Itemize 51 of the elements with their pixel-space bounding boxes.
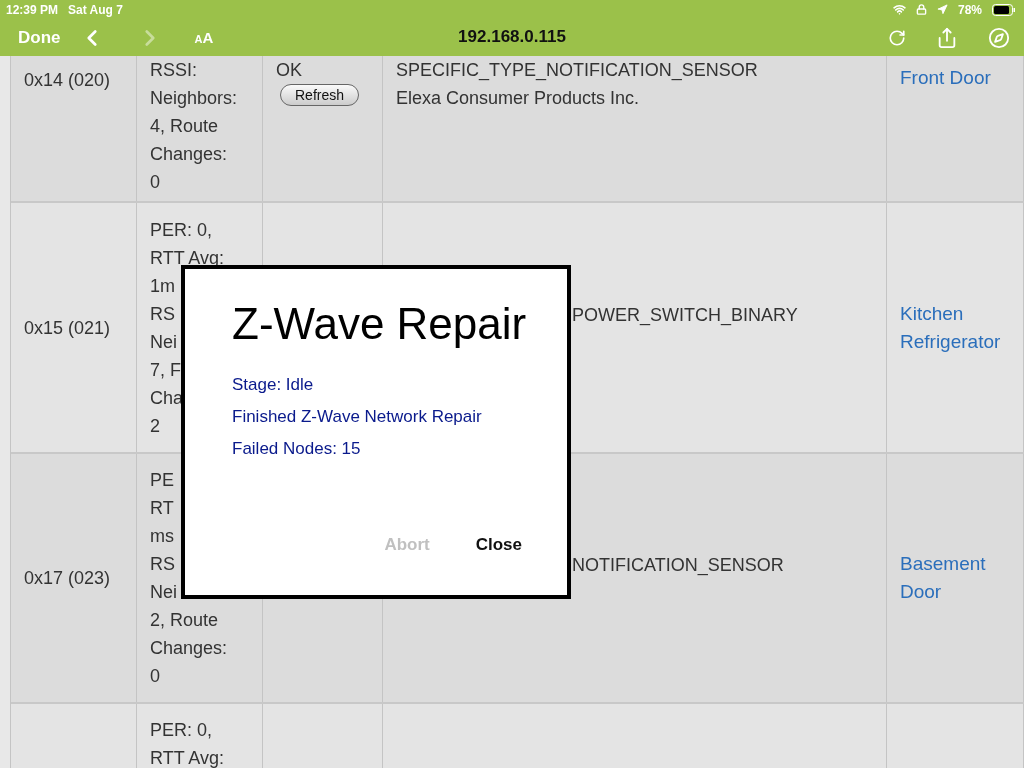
- stats-text: Nei: [150, 330, 177, 354]
- address-text[interactable]: 192.168.0.115: [458, 27, 566, 47]
- stats-text: Neighbors:: [150, 87, 238, 110]
- dialog-title: Z-Wave Repair: [232, 299, 528, 349]
- stats-text: RT: [150, 497, 174, 520]
- node-address: 0x17 (023): [24, 567, 111, 590]
- battery-icon: [992, 3, 1016, 16]
- battery-percent: 78%: [957, 2, 982, 17]
- device-name-link[interactable]: Basement Door: [900, 550, 1010, 606]
- device-name-link[interactable]: Front Door: [900, 64, 1010, 92]
- device-type-text: Elexa Consumer Products Inc.: [396, 87, 640, 110]
- status-time: 12:39 PM: [6, 2, 59, 17]
- dialog-message: Failed Nodes: 15: [232, 439, 362, 459]
- lock-icon: [915, 4, 927, 15]
- node-address: 0x15 (021): [24, 316, 111, 340]
- compass-button[interactable]: [988, 26, 1010, 49]
- stats-text: PER: 0,: [150, 218, 213, 242]
- stats-text: Changes:: [150, 637, 228, 660]
- stats-text: Changes:: [150, 143, 228, 166]
- device-type-text: POWER_SWITCH_BINARY: [572, 303, 798, 328]
- stats-text: PER: 0,: [150, 719, 213, 742]
- stats-text: RSSI:: [150, 59, 197, 82]
- stats-text: 2, Route: [150, 609, 219, 632]
- status-date: Sat Aug 7: [68, 2, 123, 17]
- wifi-icon: [892, 3, 906, 16]
- done-button[interactable]: Done: [18, 27, 61, 48]
- stats-text: 4, Route: [150, 115, 219, 138]
- device-name-link[interactable]: Kitchen Refrigerator: [900, 299, 1010, 356]
- dialog-message: Stage: Idle: [232, 375, 315, 395]
- stats-text: 7, F: [150, 358, 181, 382]
- stats-text: PE: [150, 469, 174, 492]
- device-type-text: NOTIFICATION_SENSOR: [572, 554, 784, 578]
- share-button[interactable]: [936, 26, 958, 49]
- stats-text: RS: [150, 553, 175, 576]
- stats-text: Nei: [150, 581, 177, 604]
- dialog-button[interactable]: Close: [475, 535, 522, 555]
- location-arrow-icon: [936, 4, 948, 15]
- device-type-text: SPECIFIC_TYPE_NOTIFICATION_SENSOR: [396, 59, 758, 83]
- reload-button[interactable]: [888, 28, 906, 47]
- refresh-button[interactable]: Refresh: [280, 84, 360, 106]
- stats-text: RTT Avg:: [150, 747, 225, 768]
- stats-text: 0: [150, 171, 160, 194]
- stats-text: RS: [150, 302, 175, 326]
- node-address: 0x14 (020): [24, 69, 111, 92]
- stats-text: 0: [150, 665, 160, 688]
- dialog-message: Finished Z-Wave Network Repair: [232, 407, 483, 427]
- text-size-button[interactable]: AA: [194, 29, 214, 46]
- stats-text: 2: [150, 414, 160, 438]
- stats-text: 1m: [150, 274, 175, 298]
- stats-text: ms: [150, 525, 174, 548]
- status-text: OK: [276, 59, 302, 82]
